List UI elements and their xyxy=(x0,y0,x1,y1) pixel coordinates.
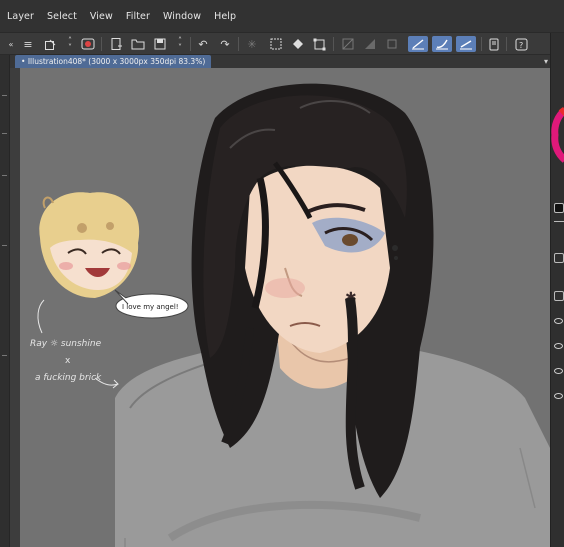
new-file-icon[interactable] xyxy=(108,36,124,52)
artwork: ✱ I love my angel! Ray ☼ sunshine x a fu… xyxy=(30,83,550,547)
tab-dropdown-icon[interactable]: ▾ xyxy=(544,55,548,68)
unsaved-dot: • xyxy=(21,57,26,66)
snap-box-icon[interactable] xyxy=(384,36,400,52)
chibi-character xyxy=(39,192,140,298)
collapse-icon[interactable]: « xyxy=(3,36,19,52)
document-tab-bar: • Illustration408* (3000 x 3000px 350dpi… xyxy=(10,55,550,68)
menu-icon[interactable]: ≡ xyxy=(20,36,36,52)
annotation-line-2: a fucking brick xyxy=(35,373,102,383)
toolbar-divider xyxy=(506,37,507,51)
arrow-up-icon xyxy=(37,299,45,334)
toolbar-divider xyxy=(101,37,102,51)
annotation-x: x xyxy=(65,356,71,366)
redo-icon[interactable]: ↷ xyxy=(217,36,233,52)
strip-mark xyxy=(2,95,7,96)
menu-layer[interactable]: Layer xyxy=(7,11,34,22)
left-panel-strip xyxy=(0,55,10,547)
main-color-swatch[interactable] xyxy=(554,203,564,213)
drawing-canvas[interactable]: ✱ I love my angel! Ray ☼ sunshine x a fu… xyxy=(20,68,550,547)
save-icon[interactable] xyxy=(152,36,168,52)
snap-off-icon[interactable] xyxy=(340,36,356,52)
help-icon[interactable]: ? xyxy=(513,36,529,52)
menu-bar: Layer Select View Filter Window Help xyxy=(0,0,564,33)
eye-iris xyxy=(342,234,358,246)
speech-text: I love my angel! xyxy=(122,303,179,311)
strip-mark xyxy=(2,355,7,356)
device-icon[interactable] xyxy=(486,36,502,52)
toolbar-divider xyxy=(481,37,482,51)
svg-text:?: ? xyxy=(519,41,523,50)
eye-target-icon[interactable] xyxy=(80,36,96,52)
undo-icon[interactable]: ↶ xyxy=(195,36,211,52)
layer-visibility-icon[interactable] xyxy=(554,318,563,324)
panel-toggle-icon[interactable] xyxy=(554,253,564,263)
strip-mark xyxy=(2,175,7,176)
pen-angle-icon[interactable] xyxy=(456,36,476,52)
menu-window[interactable]: Window xyxy=(163,11,201,22)
menu-filter[interactable]: Filter xyxy=(126,11,150,22)
menu-select[interactable]: Select xyxy=(47,11,77,22)
panel-toggle-icon[interactable] xyxy=(554,291,564,301)
document-title: Illustration408* (3000 x 3000px 350dpi 8… xyxy=(27,57,206,66)
layer-visibility-icon[interactable] xyxy=(554,368,563,374)
stepper-icon[interactable]: ˄ ˅ xyxy=(62,36,78,52)
open-folder-icon[interactable] xyxy=(130,36,146,52)
layer-visibility-icon[interactable] xyxy=(554,393,563,399)
toolbar-divider xyxy=(190,37,191,51)
document-tab[interactable]: • Illustration408* (3000 x 3000px 350dpi… xyxy=(15,55,212,68)
clear-icon[interactable] xyxy=(268,36,284,52)
menu-help[interactable]: Help xyxy=(214,11,236,22)
snap-gray-icon[interactable] xyxy=(362,36,378,52)
command-bar: « ≡ ˄ ˅ ˄ ˅ ↶ ↷ ✳ ? xyxy=(0,33,564,55)
annotation: Ray ☼ sunshine x a fucking brick xyxy=(30,299,119,389)
stepper-icon[interactable]: ˄ ˅ xyxy=(172,36,188,52)
pen-brush-icon[interactable] xyxy=(432,36,452,52)
fill-icon[interactable] xyxy=(290,36,306,52)
new-canvas-icon[interactable] xyxy=(42,36,58,52)
speech-bubble: I love my angel! xyxy=(114,289,189,319)
pen-ruler-icon[interactable] xyxy=(408,36,428,52)
swatch-divider xyxy=(554,221,564,222)
transform-icon[interactable] xyxy=(311,36,327,52)
blush xyxy=(265,278,305,298)
right-panel xyxy=(550,33,564,547)
toolbar-divider xyxy=(333,37,334,51)
menu-view[interactable]: View xyxy=(90,11,113,22)
layer-visibility-icon[interactable] xyxy=(554,343,563,349)
loading-icon[interactable]: ✳ xyxy=(244,36,260,52)
annotation-line-1: Ray ☼ sunshine xyxy=(30,339,102,349)
toolbar-divider xyxy=(238,37,239,51)
strip-mark xyxy=(2,245,7,246)
ear-piercing xyxy=(394,256,398,260)
strip-mark xyxy=(2,133,7,134)
color-wheel-icon[interactable] xyxy=(551,105,564,165)
ear-piercing xyxy=(392,245,398,251)
